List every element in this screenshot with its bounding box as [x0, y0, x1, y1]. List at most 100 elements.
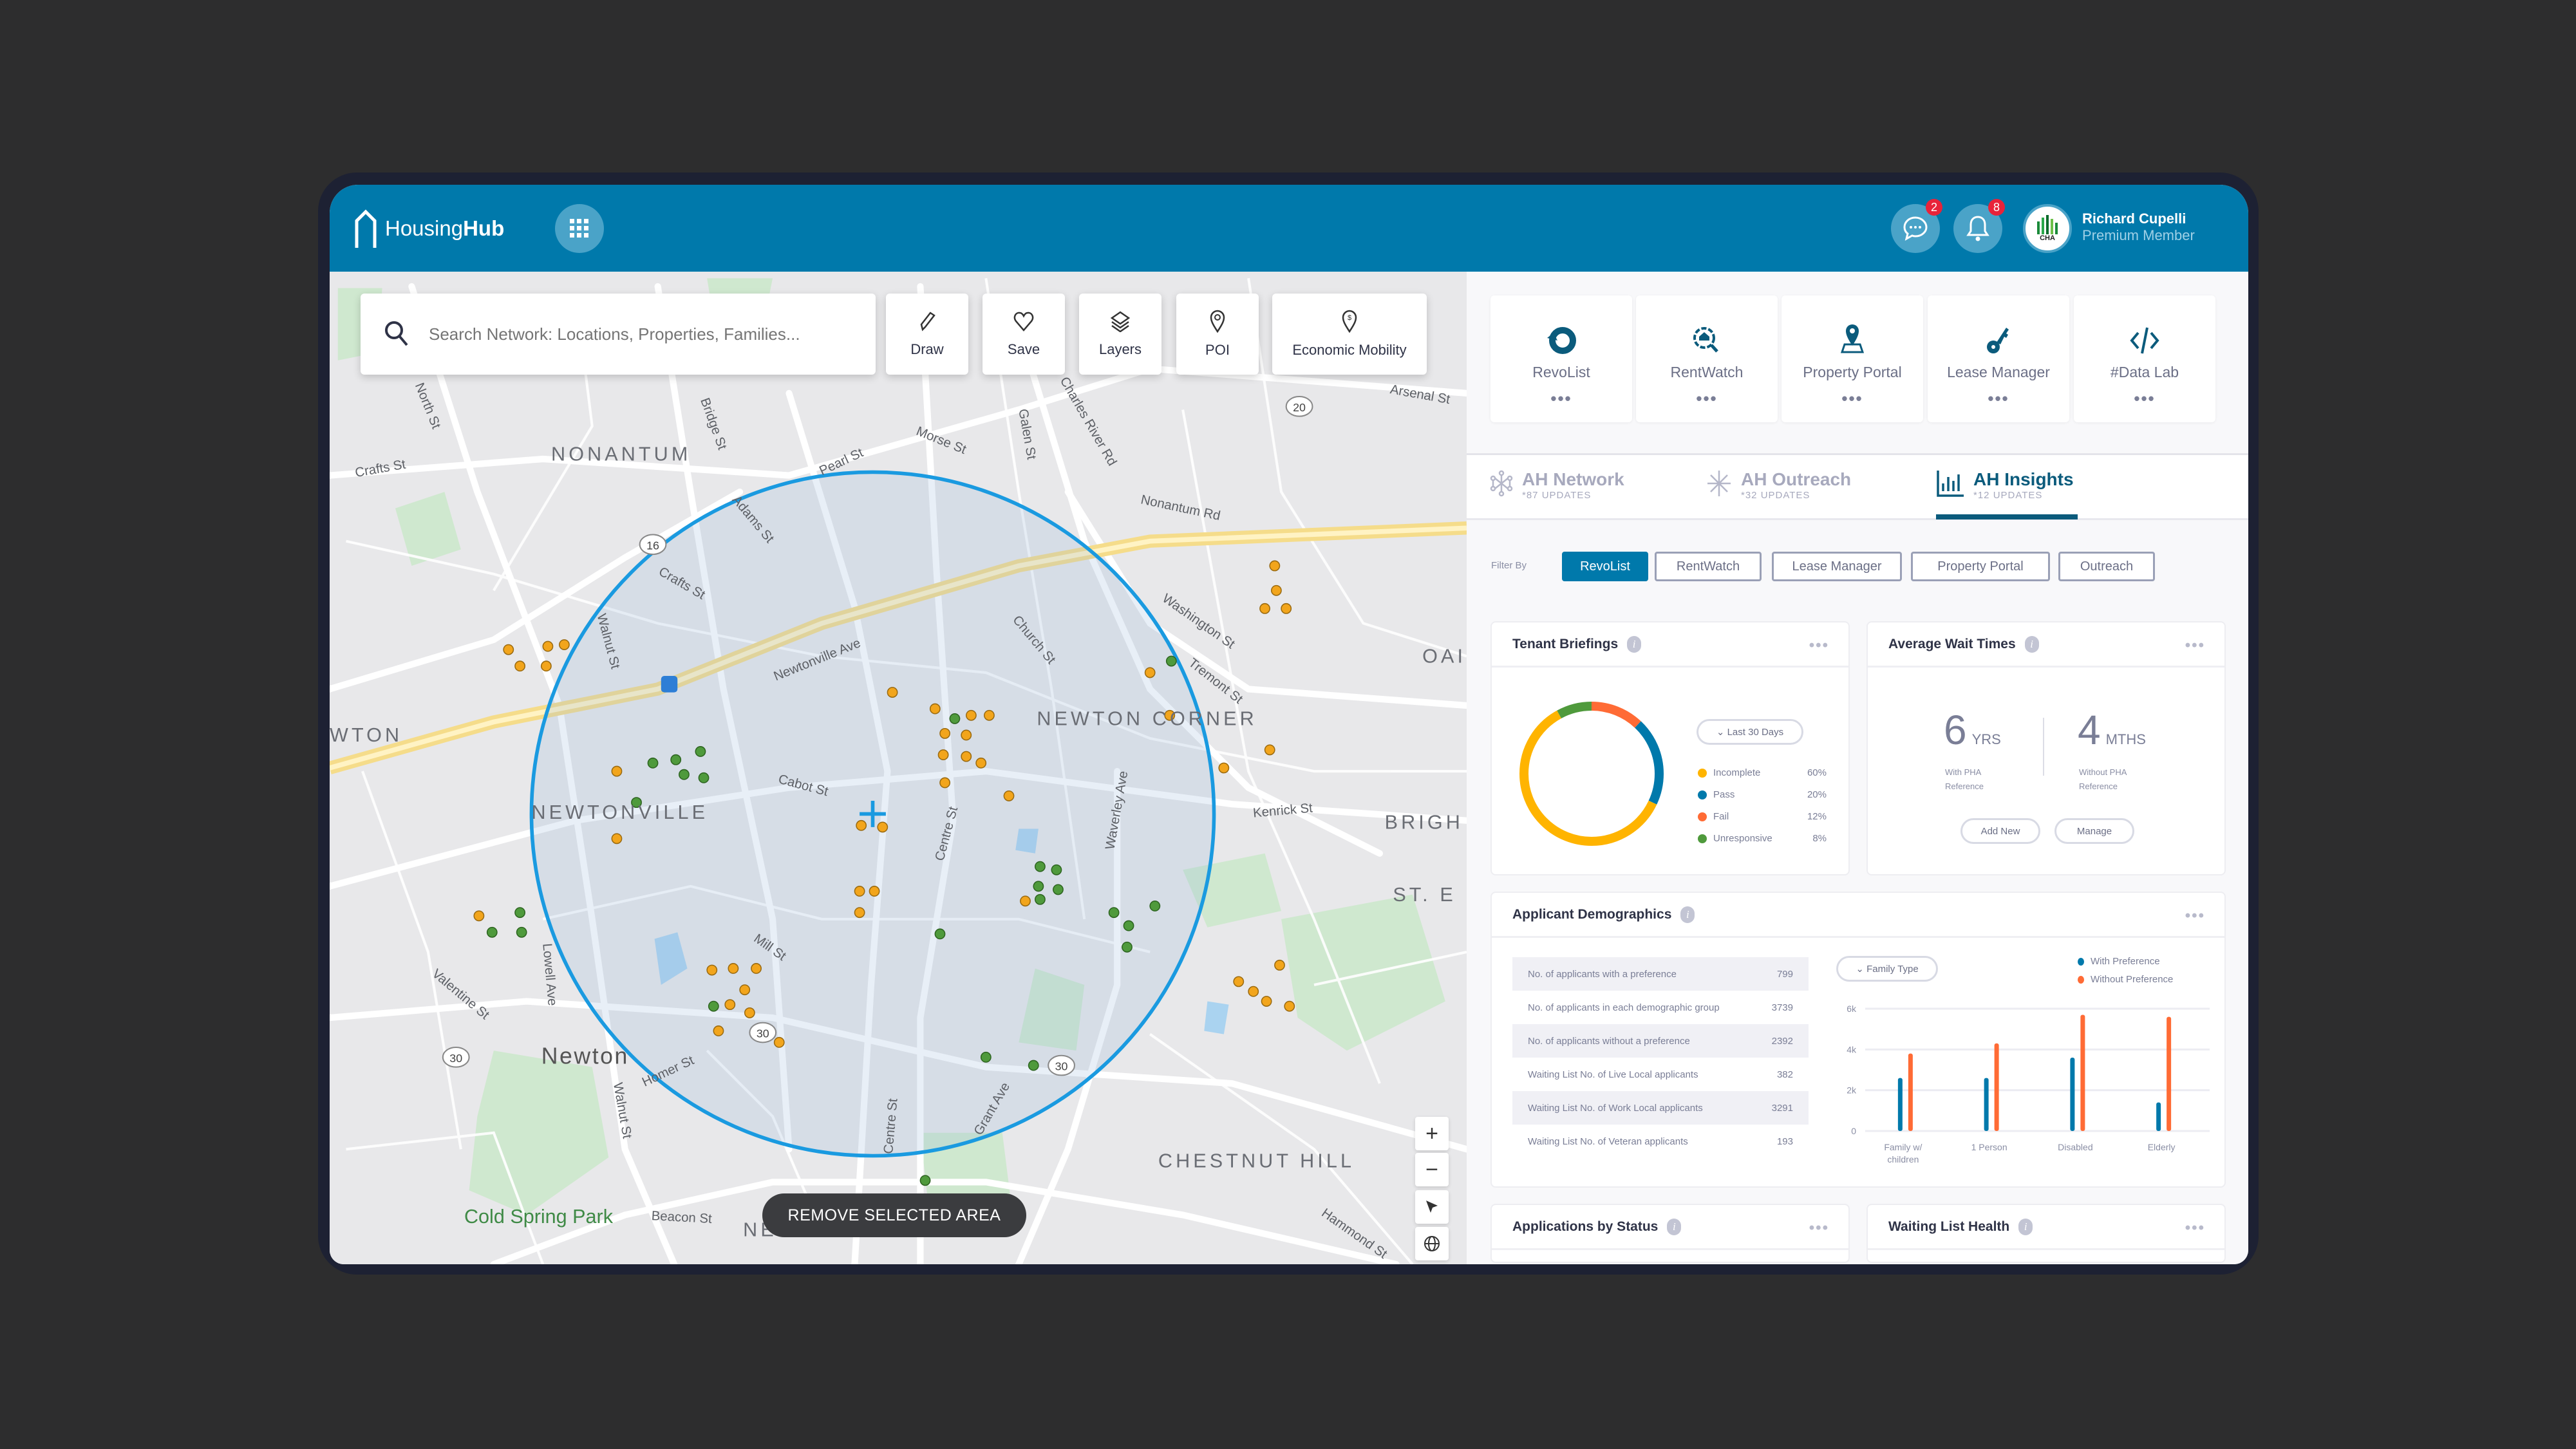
property-marker[interactable] [1003, 790, 1015, 801]
property-marker[interactable] [980, 1051, 992, 1063]
more-options-icon[interactable]: ••• [1809, 1219, 1829, 1237]
bar-with-preference[interactable] [1984, 1078, 1989, 1131]
property-marker[interactable] [1144, 667, 1156, 678]
property-marker[interactable] [919, 1175, 931, 1186]
property-marker[interactable] [934, 928, 946, 940]
property-marker[interactable] [975, 757, 987, 769]
property-marker[interactable] [514, 907, 526, 919]
filter-option[interactable]: Lease Manager [1772, 552, 1902, 581]
avatar[interactable]: CHA [2023, 204, 2072, 253]
property-marker[interactable] [473, 910, 485, 922]
property-marker[interactable] [939, 727, 951, 739]
save-button[interactable]: Save [982, 294, 1065, 375]
app-card-lease-manager[interactable]: Lease Manager ••• [1928, 295, 2069, 422]
property-marker[interactable] [540, 660, 552, 672]
zoom-out-button[interactable]: − [1415, 1153, 1449, 1186]
property-marker[interactable] [713, 1025, 724, 1036]
property-marker[interactable] [647, 757, 659, 769]
property-marker[interactable] [929, 703, 941, 715]
more-icon[interactable]: ••• [2134, 390, 2155, 407]
more-icon[interactable]: ••• [1988, 390, 2009, 407]
globe-button[interactable] [1415, 1227, 1449, 1260]
property-marker[interactable] [1165, 655, 1177, 667]
property-marker[interactable] [1122, 941, 1133, 953]
layers-button[interactable]: Layers [1079, 294, 1161, 375]
property-marker[interactable] [744, 1007, 755, 1018]
property-marker[interactable] [514, 660, 526, 672]
property-marker[interactable] [1259, 603, 1270, 614]
property-marker[interactable] [1033, 881, 1044, 892]
filter-option[interactable]: RentWatch [1655, 552, 1762, 581]
property-marker[interactable] [1123, 920, 1134, 931]
property-marker[interactable] [1284, 1000, 1295, 1012]
property-marker[interactable] [939, 777, 951, 789]
property-marker[interactable] [739, 984, 751, 996]
remove-selected-area-button[interactable]: REMOVE SELECTED AREA [762, 1193, 1026, 1237]
info-icon[interactable]: i [1627, 635, 1642, 653]
more-icon[interactable]: ••• [1550, 390, 1572, 407]
property-marker[interactable] [1274, 959, 1285, 971]
messages-button[interactable]: 2 [1891, 199, 1942, 253]
property-marker[interactable] [1218, 762, 1230, 774]
property-marker[interactable] [1281, 603, 1292, 614]
property-marker[interactable] [854, 886, 865, 897]
more-icon[interactable]: ••• [1841, 390, 1863, 407]
logo[interactable]: Housing Hub [353, 209, 504, 248]
property-marker[interactable] [1270, 584, 1282, 596]
more-options-icon[interactable]: ••• [2185, 637, 2205, 655]
property-marker[interactable] [856, 819, 867, 831]
bar-with-preference[interactable] [2156, 1102, 2161, 1131]
property-marker[interactable] [937, 749, 949, 761]
more-options-icon[interactable]: ••• [2185, 907, 2205, 925]
info-icon[interactable]: i [2024, 635, 2039, 653]
property-marker[interactable] [949, 713, 961, 724]
property-marker[interactable] [869, 886, 880, 897]
info-icon[interactable]: i [2018, 1218, 2033, 1235]
property-marker[interactable] [503, 644, 514, 655]
property-marker[interactable] [961, 751, 972, 762]
property-marker[interactable] [1053, 884, 1064, 895]
property-marker[interactable] [773, 1036, 785, 1048]
search-input[interactable] [429, 324, 867, 344]
bar-without-preference[interactable] [2080, 1014, 2085, 1132]
more-options-icon[interactable]: ••• [2185, 1219, 2205, 1237]
add-new-button[interactable]: Add New [1960, 818, 2040, 844]
info-icon[interactable]: i [1680, 906, 1695, 923]
property-marker[interactable] [1261, 996, 1272, 1007]
info-icon[interactable]: i [1667, 1218, 1682, 1235]
map-canvas[interactable]: NONANTUM NEWTONVILLE NEWTON CORNER Newto… [330, 272, 1467, 1264]
more-options-icon[interactable]: ••• [1809, 637, 1829, 655]
property-marker[interactable] [877, 821, 888, 833]
property-marker[interactable] [984, 709, 995, 721]
property-marker[interactable] [1035, 861, 1046, 872]
property-marker[interactable] [1108, 907, 1120, 919]
app-card-property-portal[interactable]: Property Portal ••• [1782, 295, 1923, 422]
property-marker[interactable] [1264, 744, 1275, 756]
search-box[interactable] [361, 294, 876, 375]
zoom-in-button[interactable]: + [1415, 1117, 1449, 1150]
tab-ah-network[interactable]: AH Network *87 UPDATES [1490, 469, 1624, 501]
property-marker[interactable] [1233, 976, 1245, 987]
bar-without-preference[interactable] [2167, 1016, 2172, 1131]
property-marker[interactable] [1020, 895, 1031, 907]
app-card-revolist[interactable]: RevoList ••• [1490, 295, 1632, 422]
poi-button[interactable]: POI [1176, 294, 1259, 375]
property-marker[interactable] [854, 907, 865, 919]
property-marker[interactable] [516, 926, 527, 938]
property-marker[interactable] [1248, 986, 1259, 997]
app-card-rentwatch[interactable]: RentWatch ••• [1636, 295, 1778, 422]
user-info[interactable]: Richard Cupelli Premium Member [2082, 210, 2195, 244]
notifications-button[interactable]: 8 [1953, 199, 2005, 253]
property-marker[interactable] [1035, 893, 1046, 905]
property-marker[interactable] [486, 926, 498, 938]
apps-grid-button[interactable] [555, 204, 604, 253]
property-marker[interactable] [961, 729, 972, 741]
date-range-dropdown[interactable]: ⌄ Last 30 Days [1697, 719, 1803, 745]
filter-option[interactable]: Outreach [2058, 552, 2155, 581]
locate-button[interactable] [1415, 1190, 1449, 1224]
property-marker[interactable] [1269, 560, 1281, 572]
property-marker[interactable] [611, 765, 623, 777]
property-marker[interactable] [670, 754, 682, 765]
tab-ah-insights[interactable]: AH Insights *12 UPDATES [1936, 469, 2074, 501]
property-marker[interactable] [1051, 864, 1062, 875]
